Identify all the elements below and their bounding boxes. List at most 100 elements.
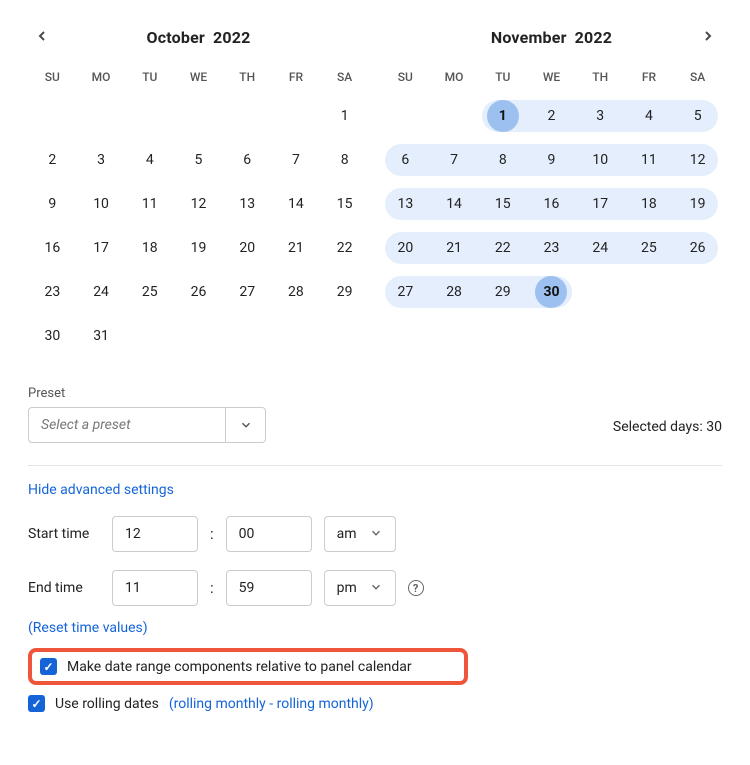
calendar-day-number: 15	[487, 188, 519, 220]
calendar-day-number: 28	[280, 276, 312, 308]
calendar-day[interactable]: 12	[174, 182, 223, 226]
rolling-dates-checkbox[interactable]: ✓	[28, 695, 45, 712]
calendar-day[interactable]: 25	[125, 270, 174, 314]
calendar-day[interactable]: 28	[430, 270, 479, 314]
calendar-day-number: 27	[231, 276, 263, 308]
start-hour-input[interactable]: 12	[112, 516, 198, 552]
calendar-day[interactable]: 26	[174, 270, 223, 314]
calendar-day[interactable]: 14	[272, 182, 321, 226]
calendar-day-number: 8	[487, 144, 519, 176]
calendar-day[interactable]: 4	[125, 138, 174, 182]
calendar-day[interactable]: 15	[478, 182, 527, 226]
calendar-day-number: 25	[134, 276, 166, 308]
calendar-day[interactable]: 11	[625, 138, 674, 182]
relative-checkbox[interactable]: ✓	[40, 658, 57, 675]
rolling-dates-detail[interactable]: (rolling monthly - rolling monthly)	[169, 696, 374, 712]
calendar-day[interactable]: 23	[28, 270, 77, 314]
calendar-day[interactable]: 15	[320, 182, 369, 226]
end-hour-input[interactable]: 11	[112, 570, 198, 606]
calendar-day[interactable]: 17	[576, 182, 625, 226]
calendar-day[interactable]: 5	[673, 94, 722, 138]
calendar-day[interactable]: 20	[223, 226, 272, 270]
calendar-day-number: 30	[36, 320, 68, 352]
calendar-day[interactable]: 6	[223, 138, 272, 182]
end-minute-input[interactable]: 59	[226, 570, 312, 606]
calendar-day-number: 17	[584, 188, 616, 220]
calendar-day-number: 2	[36, 144, 68, 176]
calendar-day[interactable]: 19	[174, 226, 223, 270]
chevron-down-icon	[369, 580, 383, 597]
calendar-day[interactable]: 3	[77, 138, 126, 182]
calendar-day[interactable]: 21	[272, 226, 321, 270]
calendar-day[interactable]: 10	[77, 182, 126, 226]
calendar-day[interactable]: 26	[673, 226, 722, 270]
calendar-day[interactable]: 4	[625, 94, 674, 138]
calendar-day[interactable]: 24	[576, 226, 625, 270]
calendar-day[interactable]: 29	[320, 270, 369, 314]
calendar-day[interactable]: 8	[478, 138, 527, 182]
preset-select[interactable]: Select a preset	[28, 407, 266, 443]
calendar-day[interactable]: 27	[223, 270, 272, 314]
prev-month-button[interactable]	[28, 22, 56, 50]
calendar-day[interactable]: 13	[223, 182, 272, 226]
time-colon: :	[210, 525, 214, 543]
calendar-day	[625, 270, 674, 314]
calendar-day[interactable]: 28	[272, 270, 321, 314]
calendar-day[interactable]: 10	[576, 138, 625, 182]
calendar-day[interactable]: 19	[673, 182, 722, 226]
toggle-advanced-settings[interactable]: Hide advanced settings	[28, 482, 722, 498]
info-icon[interactable]: ?	[408, 580, 424, 596]
calendar-day-number: 21	[280, 232, 312, 264]
calendar-day[interactable]: 2	[527, 94, 576, 138]
calendar-day	[223, 314, 272, 358]
end-ampm-select[interactable]: pm	[324, 570, 396, 606]
calendar-header: November2022	[381, 20, 722, 54]
calendar-day[interactable]: 30	[28, 314, 77, 358]
calendar-day-number: 12	[182, 188, 214, 220]
start-ampm-select[interactable]: am	[324, 516, 396, 552]
calendar-day[interactable]: 21	[430, 226, 479, 270]
calendar-day[interactable]: 16	[527, 182, 576, 226]
calendar-day[interactable]: 25	[625, 226, 674, 270]
start-minute-input[interactable]: 00	[226, 516, 312, 552]
calendar-day[interactable]: 31	[77, 314, 126, 358]
calendar-day[interactable]: 27	[381, 270, 430, 314]
calendar-day[interactable]: 1	[478, 94, 527, 138]
calendar-day	[673, 270, 722, 314]
calendar-day[interactable]: 2	[28, 138, 77, 182]
calendar-day[interactable]: 13	[381, 182, 430, 226]
divider	[28, 465, 722, 466]
calendar-day[interactable]: 30	[527, 270, 576, 314]
calendar-day[interactable]: 14	[430, 182, 479, 226]
calendar-day[interactable]: 24	[77, 270, 126, 314]
calendar-day[interactable]: 18	[625, 182, 674, 226]
calendar-day[interactable]: 22	[320, 226, 369, 270]
calendar-day-number: 11	[134, 188, 166, 220]
calendar-day-number: 29	[329, 276, 361, 308]
calendar-day[interactable]: 7	[272, 138, 321, 182]
calendar-day[interactable]: 7	[430, 138, 479, 182]
calendar-day[interactable]: 29	[478, 270, 527, 314]
calendar-day[interactable]: 22	[478, 226, 527, 270]
calendar-day[interactable]: 17	[77, 226, 126, 270]
calendar-day[interactable]: 18	[125, 226, 174, 270]
calendar-day[interactable]: 20	[381, 226, 430, 270]
reset-time-values[interactable]: (Reset time values)	[28, 620, 722, 636]
calendar-day[interactable]: 11	[125, 182, 174, 226]
calendar-day[interactable]: 8	[320, 138, 369, 182]
calendar-day[interactable]: 23	[527, 226, 576, 270]
calendar-day	[320, 314, 369, 358]
calendar-day[interactable]: 12	[673, 138, 722, 182]
calendar-day[interactable]: 16	[28, 226, 77, 270]
calendar-day-number: 21	[438, 232, 470, 264]
calendar-day-number: 7	[280, 144, 312, 176]
next-month-button[interactable]	[694, 22, 722, 50]
calendar-day[interactable]: 3	[576, 94, 625, 138]
calendar-day[interactable]: 5	[174, 138, 223, 182]
calendar-day[interactable]: 6	[381, 138, 430, 182]
calendar-day[interactable]: 9	[527, 138, 576, 182]
calendar-day[interactable]: 9	[28, 182, 77, 226]
calendar-day[interactable]: 1	[320, 94, 369, 138]
calendar-day-number: 22	[487, 232, 519, 264]
calendar-day-number: 13	[231, 188, 263, 220]
